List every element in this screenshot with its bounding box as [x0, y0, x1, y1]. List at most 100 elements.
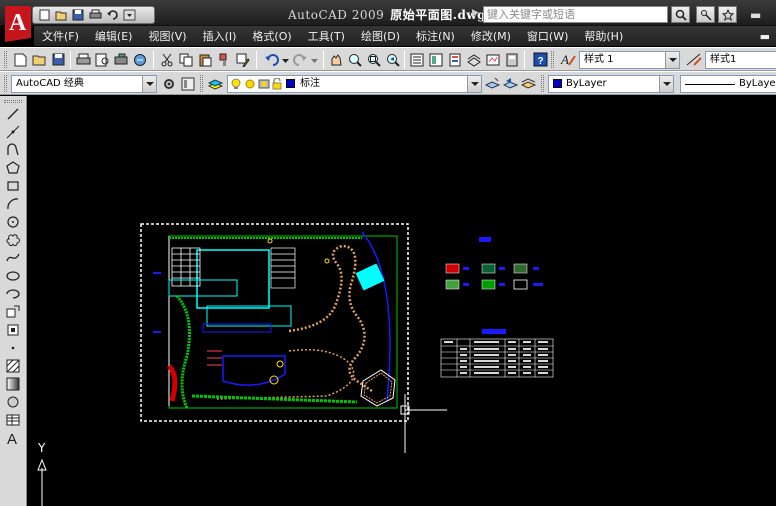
make-block-icon[interactable]	[4, 322, 22, 338]
favorites-button[interactable]	[718, 6, 737, 23]
circle-icon[interactable]	[4, 214, 22, 230]
cut-icon[interactable]	[158, 51, 175, 68]
3d-dwf-icon[interactable]	[132, 51, 149, 68]
toolbar-grip[interactable]	[4, 75, 7, 92]
toolbar-grip[interactable]	[541, 75, 544, 92]
workspace-select[interactable]: AutoCAD 经典	[11, 75, 157, 93]
minimize-icon[interactable]: ▬	[750, 8, 761, 22]
gradient-icon[interactable]	[4, 376, 22, 392]
hatch-icon[interactable]	[4, 358, 22, 374]
menu-format[interactable]: 格式(O)	[244, 28, 299, 44]
linetype-select[interactable]: ByLayer	[680, 75, 776, 93]
menu-file[interactable]: 文件(F)	[34, 28, 87, 44]
workspace-settings-icon[interactable]	[160, 75, 177, 92]
ellipse-icon[interactable]	[4, 268, 22, 284]
layer-states-icon[interactable]	[520, 75, 537, 92]
help-icon[interactable]: ?	[532, 51, 549, 68]
plot-icon[interactable]	[75, 51, 92, 68]
my-workspace-icon[interactable]	[179, 75, 196, 92]
communication-center-button[interactable]	[696, 6, 715, 23]
help-search-input[interactable]	[483, 6, 668, 23]
bulb-icon[interactable]	[231, 78, 241, 92]
rectangle-icon[interactable]	[4, 178, 22, 194]
sheet-set-manager-icon[interactable]	[465, 51, 482, 68]
autocad-logo-icon[interactable]: A	[3, 4, 33, 44]
drawing-area[interactable]: Y	[27, 96, 776, 506]
region-icon[interactable]	[4, 394, 22, 410]
doc-minimize-icon[interactable]: ▬	[752, 30, 776, 43]
design-center-icon[interactable]	[427, 51, 444, 68]
menu-dimension[interactable]: 标注(N)	[408, 28, 463, 44]
text-style-icon[interactable]: A	[559, 51, 576, 68]
menu-edit[interactable]: 编辑(E)	[87, 28, 141, 44]
save-icon[interactable]	[50, 51, 67, 68]
unlock-icon[interactable]	[272, 77, 282, 92]
open-folder-icon[interactable]	[54, 9, 68, 22]
redo-icon[interactable]	[292, 51, 309, 68]
multiline-text-icon[interactable]: A	[4, 430, 22, 446]
print-icon[interactable]	[88, 9, 102, 22]
drawing-canvas[interactable]	[27, 96, 776, 506]
markup-set-manager-icon[interactable]	[484, 51, 501, 68]
spline-icon[interactable]	[4, 250, 22, 266]
separator	[153, 51, 154, 69]
layer-properties-icon[interactable]	[207, 75, 224, 92]
search-button[interactable]	[671, 6, 690, 23]
open-icon[interactable]	[31, 51, 48, 68]
undo-icon[interactable]	[105, 9, 119, 22]
color-select[interactable]: ByLayer	[548, 75, 674, 93]
layer-previous-icon[interactable]	[502, 75, 519, 92]
menu-bar: 文件(F) 编辑(E) 视图(V) 插入(I) 格式(O) 工具(T) 绘图(D…	[34, 26, 776, 46]
polygon-icon[interactable]	[4, 160, 22, 176]
plot-preview-icon[interactable]	[94, 51, 111, 68]
toolbar-grip[interactable]	[200, 75, 203, 92]
publish-icon[interactable]	[113, 51, 130, 68]
freeze-viewport-icon[interactable]	[258, 78, 270, 92]
line-icon[interactable]	[4, 106, 22, 122]
undo-icon[interactable]	[263, 51, 280, 68]
tool-palettes-icon[interactable]	[446, 51, 463, 68]
menu-draw[interactable]: 绘图(D)	[353, 28, 408, 44]
zoom-window-icon[interactable]	[365, 51, 382, 68]
toolbar-grip[interactable]	[4, 51, 7, 68]
ellipse-arc-icon[interactable]	[4, 286, 22, 302]
menu-tools[interactable]: 工具(T)	[300, 28, 353, 44]
dimension-style-select[interactable]: 样式1	[705, 51, 776, 69]
undo-dropdown-icon[interactable]	[281, 53, 290, 70]
building-terrace	[202, 323, 272, 333]
svg-text:A: A	[560, 52, 569, 67]
properties-icon[interactable]	[408, 51, 425, 68]
layer-select[interactable]: 标注	[227, 75, 482, 93]
save-icon[interactable]	[71, 9, 85, 22]
sun-icon[interactable]	[244, 78, 256, 92]
menu-help[interactable]: 帮助(H)	[576, 28, 631, 44]
menu-view[interactable]: 视图(V)	[140, 28, 194, 44]
toolbar-grip[interactable]	[551, 51, 554, 68]
block-editor-icon[interactable]	[234, 51, 251, 68]
pan-icon[interactable]	[327, 51, 344, 68]
copy-icon[interactable]	[177, 51, 194, 68]
zoom-realtime-icon[interactable]	[346, 51, 363, 68]
menu-insert[interactable]: 插入(I)	[195, 28, 245, 44]
insert-block-icon[interactable]	[4, 304, 22, 320]
menu-modify[interactable]: 修改(M)	[463, 28, 519, 44]
new-icon[interactable]	[12, 51, 29, 68]
text-style-select[interactable]: 样式 1	[579, 51, 680, 69]
quickcalc-icon[interactable]	[503, 51, 520, 68]
polyline-icon[interactable]	[4, 142, 22, 158]
new-file-icon[interactable]	[37, 9, 51, 22]
table-icon[interactable]	[4, 412, 22, 428]
revision-cloud-icon[interactable]	[4, 232, 22, 248]
paste-icon[interactable]	[196, 51, 213, 68]
construction-line-icon[interactable]	[4, 124, 22, 140]
make-current-layer-icon[interactable]	[484, 75, 501, 92]
toolbar-grip[interactable]	[4, 100, 22, 103]
zoom-previous-icon[interactable]	[384, 51, 401, 68]
dimension-style-icon[interactable]	[685, 51, 702, 68]
menu-window[interactable]: 窗口(W)	[519, 28, 576, 44]
match-properties-icon[interactable]	[215, 51, 232, 68]
arc-icon[interactable]	[4, 196, 22, 212]
qat-dropdown-icon[interactable]	[122, 9, 136, 22]
point-icon[interactable]	[4, 340, 22, 356]
redo-dropdown-icon[interactable]	[310, 53, 319, 70]
